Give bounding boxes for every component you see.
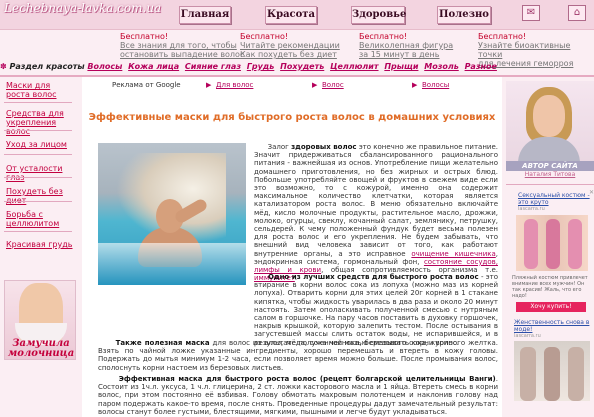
category-eyes[interactable]: Сияние глаз [185, 62, 241, 71]
star-icon: ✽ [0, 62, 7, 71]
category-weight-loss[interactable]: Похудеть [280, 62, 324, 71]
sidebar-item-lose-weight[interactable]: Похудеть без диет [6, 187, 74, 205]
right-ad-block[interactable]: ✕ Сексуальный костюм - это круто lascarr… [510, 189, 594, 417]
right-ad-domain-2: lascarra.ru [514, 333, 541, 339]
sidebar-ad-banner[interactable]: Замучила молочница [4, 280, 76, 360]
sidebar-divider [4, 177, 72, 178]
author-caption: АВТОР САЙТА [506, 161, 594, 171]
sidebar-divider [4, 130, 72, 131]
site-header: Lechebnaya-lavka.com.ua Главная Красота … [0, 0, 594, 30]
category-misc[interactable]: Разное [465, 62, 497, 71]
arrow-right-icon: ▶ [312, 81, 318, 89]
category-bar: ✽ Раздел красоты Волосы Кожа лица Сияние… [0, 60, 594, 73]
author-face [533, 95, 565, 137]
author-photo [506, 81, 594, 161]
category-face-skin[interactable]: Кожа лица [128, 62, 179, 71]
right-ad-domain: lascarra.ru [518, 206, 545, 212]
sidebar-item-face-care[interactable]: Уход за лицом [6, 140, 74, 149]
article-photo [98, 143, 246, 285]
photo-water [98, 243, 246, 285]
paragraph-burdock-lead: Одно из лучших средств для быстрого рост… [254, 273, 498, 347]
right-ad-title[interactable]: Сексуальный костюм - это круто [518, 192, 590, 206]
home-icon[interactable]: ⌂ [568, 5, 586, 21]
category-lead: Раздел красоты [9, 62, 85, 71]
category-breast[interactable]: Грудь [247, 62, 275, 71]
category-cellulite[interactable]: Целлюлит [330, 62, 378, 71]
author-body [518, 137, 580, 161]
category-hair[interactable]: Волосы [87, 62, 122, 71]
author-name-link[interactable]: Наталия Титова [506, 171, 594, 178]
right-sidebar: АВТОР САЙТА Наталия Титова ✕ Сексуальный… [506, 77, 594, 417]
nav-useful[interactable]: Полезно [437, 6, 491, 24]
sidebar-divider [506, 184, 594, 185]
promo-row: Бесплатно! Все знания для того, чтобы ос… [0, 30, 594, 68]
site-logo[interactable]: Lechebnaya-lavka.com.ua [4, 1, 161, 15]
link-bowel-cleansing[interactable]: очищение кишечника [411, 250, 495, 258]
page: Lechebnaya-lavka.com.ua Главная Красота … [0, 0, 594, 417]
sidebar-item-cellulite[interactable]: Борьба с целлюлитом [6, 210, 74, 228]
right-ad-image[interactable] [516, 215, 588, 271]
ad-link-hair-3[interactable]: Волосы [422, 81, 449, 89]
ad-link-hair-2[interactable]: Волос [322, 81, 344, 89]
sidebar-ad-text: Замучила молочница [7, 338, 75, 359]
sidebar-item-eye-fatigue[interactable]: От усталости глаз [6, 164, 74, 182]
article-title: Эффективные маски для быстрого роста вол… [88, 112, 496, 123]
promo-hair[interactable]: Бесплатно! Все знания для того, чтобы ос… [120, 32, 244, 59]
google-ads-label: Реклама от Google [112, 81, 181, 89]
left-sidebar: Маски для роста волос Средства для укреп… [0, 77, 76, 417]
paragraph-vanga-mask: Эффективная маска для быстрого роста вол… [98, 375, 498, 416]
arrow-right-icon: ▶ [412, 81, 418, 89]
sidebar-divider [4, 154, 72, 155]
main-content: Реклама от Google ▶ Для волос ▶ Волос ▶ … [82, 77, 502, 417]
sidebar-item-hair-masks[interactable]: Маски для роста волос [6, 81, 74, 99]
nav-main[interactable]: Главная [179, 6, 231, 24]
promo-figure[interactable]: Бесплатно! Великолепная фигура за 15 мин… [359, 32, 453, 59]
sidebar-divider [4, 201, 72, 202]
right-ad-image-2[interactable] [514, 341, 590, 401]
sidebar-divider [4, 231, 72, 232]
paragraph-nutrition: Залог здоровых волос это конечно же прав… [254, 143, 498, 283]
paragraph-aloe-mask: Также полезная маска для волос из алоэ, … [98, 339, 498, 372]
sidebar-item-beautiful-breast[interactable]: Красивая грудь [6, 240, 74, 249]
right-ad-text: Пляжный костюм привлечет внимание всех м… [512, 275, 588, 299]
right-ad-title-2[interactable]: Женственность снова в моде! [514, 319, 594, 333]
buy-button[interactable]: Хочу купить! [516, 302, 586, 312]
nav-beauty[interactable]: Красота [265, 6, 317, 24]
sidebar-item-hair-strengthening[interactable]: Средства для укрепления волос [6, 109, 74, 136]
mail-icon[interactable]: ✉ [522, 5, 540, 21]
ad-link-hair-1[interactable]: Для волос [216, 81, 253, 89]
promo-weight[interactable]: Бесплатно! Читайте рекомендации Как поху… [240, 32, 340, 59]
nav-health[interactable]: Здоровье [351, 6, 406, 24]
sidebar-divider [4, 102, 72, 103]
category-acne[interactable]: Прыщи [384, 62, 418, 71]
arrow-right-icon: ▶ [206, 81, 212, 89]
category-calluses[interactable]: Мозоль [424, 62, 459, 71]
